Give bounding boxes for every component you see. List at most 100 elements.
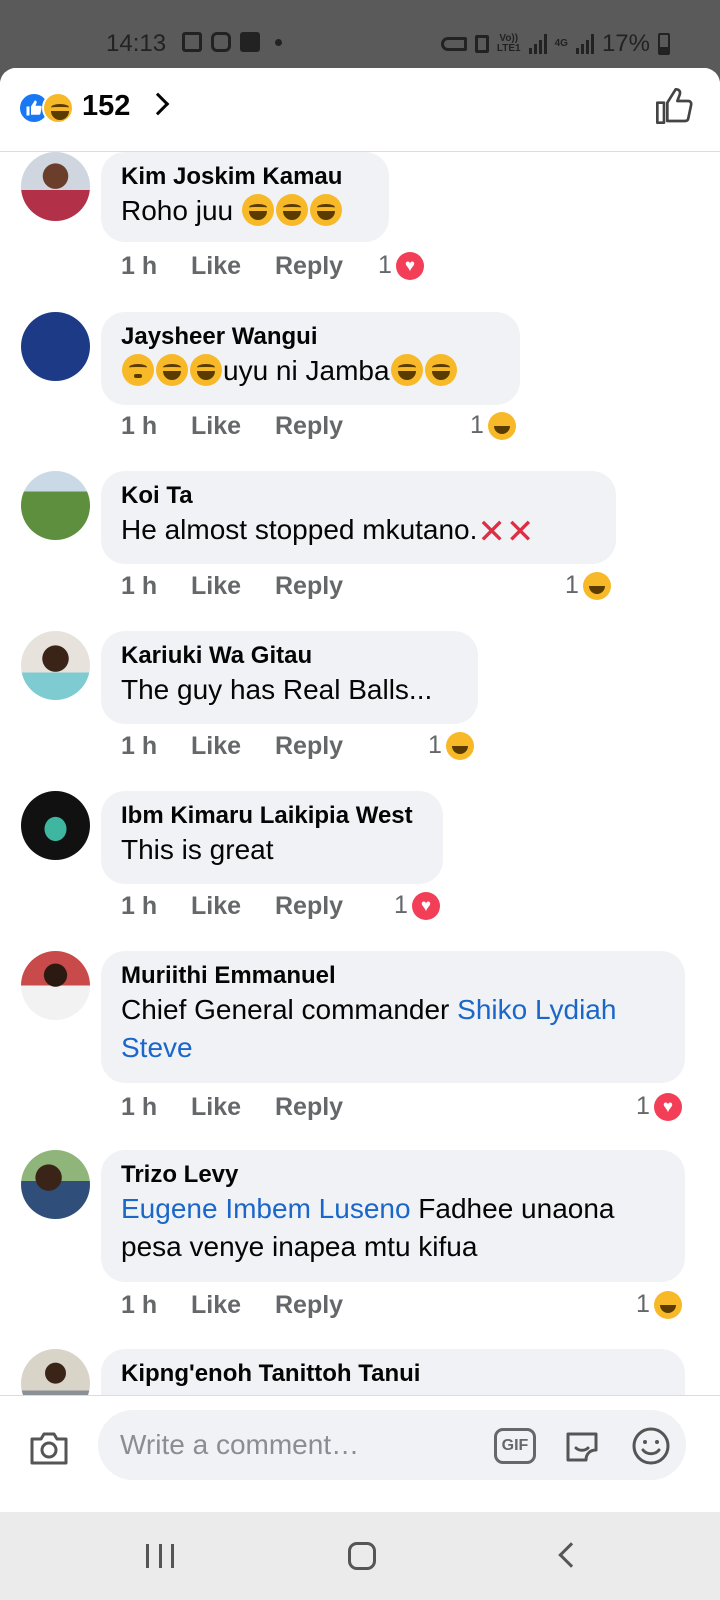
- comment-bubble[interactable]: Kim Joskim Kamau Roho juu: [101, 152, 389, 242]
- love-reaction-icon: ♥: [411, 891, 440, 920]
- status-time: 14:13: [106, 30, 167, 57]
- status-bar: 14:13 Vo)) LTE1 4G 17%: [0, 0, 720, 68]
- reply-button[interactable]: Reply: [275, 412, 343, 441]
- comment-time: 1 h: [121, 1093, 158, 1121]
- reaction-summary[interactable]: [18, 92, 78, 124]
- avatar[interactable]: [21, 152, 90, 221]
- comment-reactions[interactable]: 1: [636, 1290, 682, 1319]
- battery-percent: 17%: [601, 30, 650, 57]
- reply-button[interactable]: Reply: [275, 252, 343, 281]
- comment-text: uyu ni Jamba: [121, 352, 500, 390]
- comment-author[interactable]: Ibm Kimaru Laikipia West: [121, 801, 423, 831]
- like-button[interactable]: Like: [191, 1291, 275, 1320]
- like-button[interactable]: Like: [191, 572, 275, 601]
- system-icons: Vo)) LTE1 4G 17%: [440, 30, 670, 58]
- comments-list: Kim Joskim Kamau Roho juu 1 h Like Reply…: [0, 152, 720, 1412]
- comment-bubble[interactable]: Jaysheer Wangui uyu ni Jamba: [101, 312, 520, 405]
- love-reaction-icon: ♥: [395, 251, 424, 280]
- thumbs-up-icon[interactable]: [654, 86, 694, 126]
- avatar[interactable]: [21, 1150, 90, 1219]
- reply-button[interactable]: Reply: [275, 1093, 343, 1122]
- back-icon[interactable]: [558, 1542, 584, 1568]
- comment-actions: 1 h Like Reply: [121, 892, 343, 921]
- more-notifications-icon: [275, 38, 282, 46]
- facebook-icon: [240, 32, 260, 52]
- cross-mark-icon: ✕: [477, 513, 506, 551]
- comment-text: The guy has Real Balls...: [121, 674, 433, 705]
- comment-reactions[interactable]: 1 ♥: [378, 251, 424, 280]
- reply-button[interactable]: Reply: [275, 1291, 343, 1320]
- network-type: 4G: [554, 38, 568, 49]
- avatar[interactable]: [21, 471, 90, 540]
- comment-bubble[interactable]: Koi Ta He almost stopped mkutano.✕✕: [101, 471, 616, 564]
- like-button[interactable]: Like: [191, 892, 275, 921]
- sweat-smile-icon: [275, 194, 308, 226]
- haha-reaction-icon: [653, 1290, 682, 1319]
- reply-button[interactable]: Reply: [275, 892, 343, 921]
- cross-mark-icon: ✕: [505, 513, 535, 551]
- comment-body: Chief General commander: [121, 994, 458, 1025]
- comment-bubble[interactable]: Ibm Kimaru Laikipia West This is great: [101, 791, 443, 884]
- comment-author[interactable]: Kariuki Wa Gitau: [121, 641, 458, 671]
- comment-reactions[interactable]: 1: [565, 571, 611, 600]
- avatar[interactable]: [21, 951, 90, 1020]
- comment-reactions[interactable]: 1: [470, 411, 516, 440]
- reaction-count: 1: [636, 1290, 650, 1318]
- haha-reaction-icon: [582, 571, 611, 600]
- comment-author[interactable]: Kim Joskim Kamau: [121, 162, 369, 192]
- joy-icon: [390, 354, 423, 386]
- reply-button[interactable]: Reply: [275, 732, 343, 761]
- haha-reaction-icon: [445, 731, 474, 760]
- like-button[interactable]: Like: [191, 252, 275, 281]
- avatar[interactable]: [21, 791, 90, 860]
- like-button[interactable]: Like: [191, 1093, 275, 1122]
- comment-reactions[interactable]: 1 ♥: [636, 1092, 682, 1121]
- notification-icons: [182, 32, 282, 52]
- joy-icon: [424, 354, 457, 386]
- battery-icon: [658, 33, 670, 55]
- sticker-icon[interactable]: [562, 1426, 602, 1466]
- comment-author[interactable]: Koi Ta: [121, 481, 596, 511]
- like-button[interactable]: Like: [191, 412, 275, 441]
- avatar[interactable]: [21, 312, 90, 381]
- comment-time: 1 h: [121, 1291, 158, 1319]
- reply-button[interactable]: Reply: [275, 572, 343, 601]
- comment-bubble[interactable]: Trizo Levy Eugene Imbem Luseno Fadhee un…: [101, 1150, 685, 1282]
- reaction-count: 1: [565, 571, 579, 599]
- comment-author[interactable]: Kipng'enoh Tanittoh Tanui: [121, 1359, 665, 1389]
- signal-icon-2: [575, 34, 594, 54]
- reaction-count: 1: [428, 731, 442, 759]
- system-nav-bar: [0, 1512, 720, 1600]
- comment-bubble[interactable]: Muriithi Emmanuel Chief General commande…: [101, 951, 685, 1083]
- mention-link[interactable]: Eugene Imbem Luseno: [121, 1193, 411, 1224]
- comment-actions: 1 h Like Reply: [121, 412, 343, 441]
- home-icon[interactable]: [348, 1542, 376, 1570]
- comment-reactions[interactable]: 1 ♥: [394, 891, 440, 920]
- emoji-picker-icon[interactable]: [631, 1426, 671, 1466]
- avatar[interactable]: [21, 631, 90, 700]
- comment-reactions[interactable]: 1: [428, 731, 474, 760]
- comment-actions: 1 h Like Reply: [121, 572, 343, 601]
- comment-text: Roho juu: [121, 192, 369, 230]
- reaction-count[interactable]: 152: [82, 90, 130, 123]
- flushed-icon: [122, 354, 154, 386]
- comment-author[interactable]: Jaysheer Wangui: [121, 322, 500, 352]
- gallery-icon: [182, 32, 202, 52]
- comment-time: 1 h: [121, 892, 158, 920]
- comment-composer: GIF: [0, 1395, 720, 1512]
- comment-bubble[interactable]: Kariuki Wa Gitau The guy has Real Balls.…: [101, 631, 478, 724]
- reaction-count: 1: [394, 891, 408, 919]
- comment-time: 1 h: [121, 252, 158, 280]
- vpn-key-icon: [440, 37, 467, 51]
- comment-author[interactable]: Trizo Levy: [121, 1160, 665, 1190]
- volte-badge: Vo)) LTE1: [497, 34, 521, 54]
- comment-author[interactable]: Muriithi Emmanuel: [121, 961, 665, 991]
- camera-icon[interactable]: [28, 1430, 70, 1466]
- gif-button[interactable]: GIF: [494, 1428, 536, 1464]
- haha-reaction-icon: [487, 411, 516, 440]
- chevron-right-icon[interactable]: [146, 92, 170, 116]
- comment-text: Chief General commander Shiko Lydiah Ste…: [121, 991, 665, 1067]
- recent-apps-icon[interactable]: [146, 1544, 174, 1568]
- comment-input[interactable]: [120, 1428, 480, 1462]
- like-button[interactable]: Like: [191, 732, 275, 761]
